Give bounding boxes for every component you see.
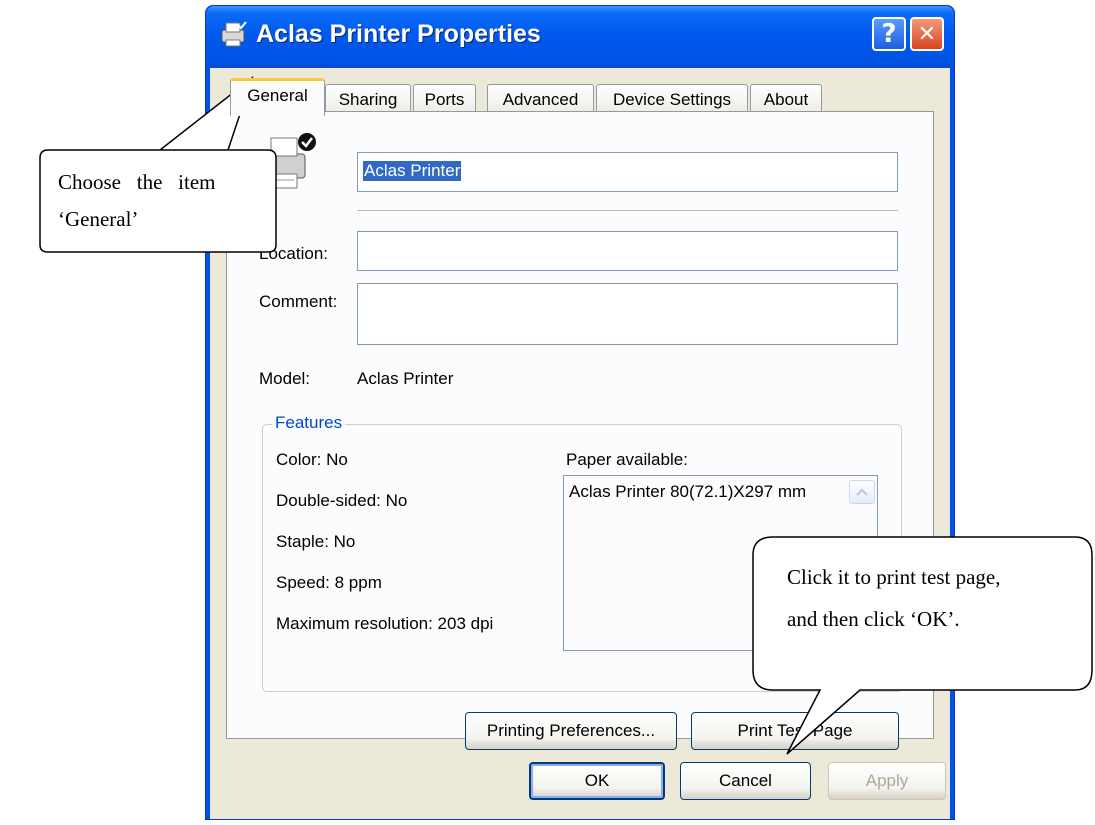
button-label: Apply	[865, 771, 909, 790]
list-item[interactable]: Aclas Printer 80(72.1)X297 mm	[569, 482, 806, 502]
cancel-button[interactable]: Cancel	[680, 762, 811, 800]
printer-large-icon	[264, 133, 316, 189]
close-button[interactable]: ✕	[910, 17, 944, 51]
model-label: Model:	[259, 369, 311, 388]
feature-staple: Staple: No	[276, 532, 356, 551]
test-page-callout-line1: Click it to print test page,	[787, 565, 1001, 589]
scrollbar-up-arrow[interactable]	[849, 480, 875, 504]
location-field[interactable]	[357, 231, 898, 271]
printer-name-field[interactable]: Aclas Printer	[357, 152, 898, 192]
window-title: Aclas Printer Properties	[256, 20, 541, 48]
tab-ports[interactable]: Ports	[413, 84, 476, 114]
printer-icon	[221, 21, 247, 47]
tab-advanced[interactable]: Advanced	[487, 84, 594, 114]
button-label: Print Test Page	[737, 721, 853, 740]
tab-sharing[interactable]: Sharing	[325, 84, 411, 114]
tab-label: Device Settings	[612, 90, 732, 109]
tab-label: Ports	[424, 90, 465, 109]
comment-label: Comment:	[259, 292, 338, 311]
tab-label: About	[763, 90, 809, 109]
comment-field[interactable]	[357, 283, 898, 345]
ok-button[interactable]: OK	[529, 762, 665, 800]
apply-button[interactable]: Apply	[828, 762, 946, 800]
features-title: Features	[272, 413, 346, 433]
button-label: Printing Preferences...	[486, 721, 656, 740]
chevron-up-icon	[856, 488, 868, 496]
printing-preferences-button[interactable]: Printing Preferences...	[465, 712, 677, 750]
test-page-callout-line2: and then click ‘OK’.	[787, 607, 960, 631]
general-callout-line2: ‘General’	[58, 207, 139, 231]
general-callout-line1: Choose the item	[58, 170, 216, 194]
paper-available-label: Paper available:	[566, 450, 688, 469]
tab-label: General	[247, 86, 308, 105]
separator	[357, 210, 898, 212]
general-tab-panel: Aclas Printer Location: Comment: Model: …	[226, 111, 934, 750]
dialog-client-area: General Sharing Ports Advanced Device Se…	[210, 68, 950, 819]
feature-double-sided: Double-sided: No	[276, 491, 408, 510]
tab-general[interactable]: General	[230, 78, 325, 116]
print-test-page-button[interactable]: Print Test Page	[691, 712, 899, 750]
tab-label: Sharing	[338, 90, 398, 109]
location-label: Location:	[259, 244, 328, 263]
printer-name-text: Aclas Printer	[363, 161, 462, 181]
model-value: Aclas Printer	[357, 369, 454, 388]
button-label: Cancel	[719, 771, 772, 790]
tab-about[interactable]: About	[750, 84, 822, 114]
tab-label: Advanced	[502, 90, 579, 109]
title-bar[interactable]: Aclas Printer Properties ? ✕	[206, 6, 954, 68]
button-label: OK	[584, 771, 610, 790]
help-icon: ?	[881, 19, 897, 49]
feature-color: Color: No	[276, 450, 348, 469]
help-button[interactable]: ?	[872, 17, 906, 51]
feature-speed: Speed: 8 ppm	[276, 573, 382, 592]
printer-properties-window: Aclas Printer Properties ? ✕ General Sha…	[205, 5, 955, 820]
close-icon: ✕	[917, 21, 937, 47]
tab-device-settings[interactable]: Device Settings	[596, 84, 748, 114]
feature-max-resolution: Maximum resolution: 203 dpi	[276, 614, 494, 633]
